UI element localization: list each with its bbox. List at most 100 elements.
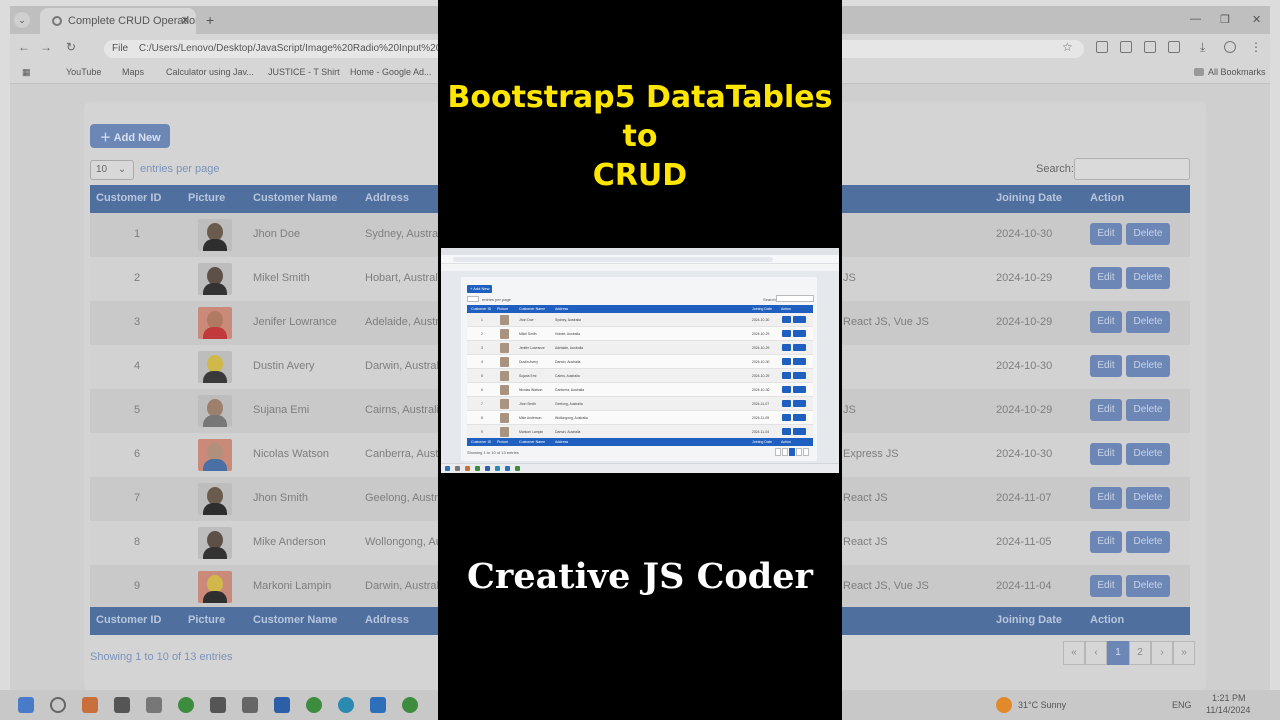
bookmark-star-icon[interactable]: ☆ (1062, 40, 1073, 54)
customer-name: Sujana Emi (253, 404, 310, 416)
bookmark-google-ads[interactable]: Home - Google Ad... (336, 67, 432, 77)
pager-first[interactable]: « (1063, 641, 1085, 665)
minimize-icon[interactable]: — (1190, 13, 1201, 25)
mini-customer-id: 3 (481, 346, 483, 350)
mini-customer-address: Wollongong, Australia (555, 416, 588, 420)
bookmark-maps[interactable]: Maps (108, 67, 144, 77)
mini-delete-button (793, 414, 806, 421)
edit-button[interactable]: Edit (1090, 223, 1122, 245)
all-bookmarks[interactable]: All Bookmarks (1194, 67, 1266, 77)
profile-avatar[interactable] (1224, 41, 1236, 53)
column-header-joining-date[interactable]: Joining Date (996, 192, 1062, 204)
joining-date: 2024-10-30 (996, 228, 1053, 240)
mini-table-header: Customer ID Picture Customer Name Address Jo… (467, 305, 813, 313)
mini-edit-button (782, 372, 791, 379)
reload-icon[interactable]: ↻ (66, 40, 76, 54)
forward-icon[interactable]: → (40, 40, 52, 54)
mini-customer-address: Canberra, Australia (555, 388, 585, 392)
mini-customer-id: 8 (481, 416, 483, 420)
language-indicator[interactable]: ENG (1172, 700, 1192, 710)
edit-button[interactable]: Edit (1090, 311, 1122, 333)
clock-date[interactable]: 11/14/2024 (1206, 705, 1250, 715)
column-header-customer-id[interactable]: Customer ID (96, 192, 161, 204)
app-icon[interactable] (242, 697, 258, 713)
chrome-icon[interactable] (402, 697, 418, 713)
entries-per-page-select[interactable]: 10 ⌄ (90, 160, 134, 180)
search-input[interactable] (1074, 158, 1190, 180)
mini-edit-button (782, 344, 791, 351)
browser-tab[interactable]: Complete CRUD Operation ✕ (40, 8, 196, 34)
close-window-icon[interactable]: ✕ (1252, 13, 1261, 26)
start-icon[interactable] (18, 697, 34, 713)
back-icon[interactable]: ← (18, 40, 30, 54)
column-header-address[interactable]: Address (365, 192, 409, 204)
pager-page-2[interactable]: 2 (1129, 641, 1151, 665)
search-icon[interactable] (50, 697, 66, 713)
mini-table-row: 9 Markoni Lampin Darwin, Australia 2024-11-… (467, 425, 813, 439)
app-icon[interactable] (82, 697, 98, 713)
chrome-icon[interactable] (306, 697, 322, 713)
weather-text[interactable]: 31°C Sunny (1018, 700, 1066, 710)
maximize-icon[interactable]: ❐ (1220, 13, 1230, 26)
vscode-icon[interactable] (370, 697, 386, 713)
mini-edit-button (782, 428, 791, 435)
tab-title: Complete CRUD Operation (68, 15, 196, 27)
pager-page-1[interactable]: 1 (1107, 641, 1129, 665)
bookmark-calculator[interactable]: Calculator using Jav... (152, 67, 254, 77)
customer-skills: React JS, Vue JS (843, 580, 929, 592)
customer-address: Cairns, Australia (365, 404, 446, 416)
mini-app-icon (455, 466, 460, 471)
extension-icon[interactable] (1144, 41, 1156, 53)
delete-button[interactable]: Delete (1126, 267, 1170, 289)
chrome-icon[interactable] (178, 697, 194, 713)
column-header-picture[interactable]: Picture (188, 192, 225, 204)
pager-next[interactable]: › (1151, 641, 1173, 665)
tab-close-icon[interactable]: ✕ (181, 14, 190, 27)
edit-button[interactable]: Edit (1090, 355, 1122, 377)
clock-time[interactable]: 1:21 PM (1212, 693, 1246, 703)
edit-button[interactable]: Edit (1090, 531, 1122, 553)
delete-button[interactable]: Delete (1126, 311, 1170, 333)
column-header-action[interactable]: Action (1090, 192, 1124, 204)
delete-button[interactable]: Delete (1126, 531, 1170, 553)
pager-prev[interactable]: ‹ (1085, 641, 1107, 665)
tab-search-icon[interactable]: ⌄ (14, 12, 30, 28)
delete-button[interactable]: Delete (1126, 487, 1170, 509)
puzzle-icon[interactable] (1168, 41, 1180, 53)
delete-button[interactable]: Delete (1126, 443, 1170, 465)
word-icon[interactable] (274, 697, 290, 713)
bookmark-youtube[interactable]: YouTube (52, 67, 101, 77)
edit-button[interactable]: Edit (1090, 267, 1122, 289)
delete-button[interactable]: Delete (1126, 355, 1170, 377)
delete-button[interactable]: Delete (1126, 223, 1170, 245)
mini-table-row: 3 Jenifer Lowrance Adelaide, Australia 2024… (467, 341, 813, 355)
extension-icon[interactable] (1120, 41, 1132, 53)
mini-delete-button (793, 386, 806, 393)
app-icon[interactable] (114, 697, 130, 713)
delete-button[interactable]: Delete (1126, 575, 1170, 597)
edit-button[interactable]: Edit (1090, 575, 1122, 597)
edge-icon[interactable] (338, 697, 354, 713)
pager-last[interactable]: » (1173, 641, 1195, 665)
extension-icon[interactable] (1096, 41, 1108, 53)
app-icon[interactable] (146, 697, 162, 713)
customer-avatar (198, 571, 232, 603)
add-new-button[interactable]: ＋ Add New (90, 124, 170, 148)
menu-icon[interactable]: ⋮ (1250, 40, 1262, 54)
new-tab-icon[interactable]: + (206, 12, 214, 28)
app-icon[interactable] (210, 697, 226, 713)
mini-customer-name: Jhon Smith (519, 402, 536, 406)
column-header-customer-name[interactable]: Customer Name (253, 192, 337, 204)
customer-skills: JS (843, 272, 856, 284)
edit-button[interactable]: Edit (1090, 443, 1122, 465)
mini-pager-item (796, 448, 802, 456)
edit-button[interactable]: Edit (1090, 487, 1122, 509)
mini-chrome-icon (515, 466, 520, 471)
mini-edit-button (782, 316, 791, 323)
delete-button[interactable]: Delete (1126, 399, 1170, 421)
apps-grid-icon[interactable]: ▦ (22, 67, 31, 78)
edit-button[interactable]: Edit (1090, 399, 1122, 421)
customer-avatar (198, 307, 232, 339)
download-icon[interactable]: ⤓ (1200, 40, 1205, 55)
bookmark-justice[interactable]: JUSTICE - T Shirt (254, 67, 340, 77)
